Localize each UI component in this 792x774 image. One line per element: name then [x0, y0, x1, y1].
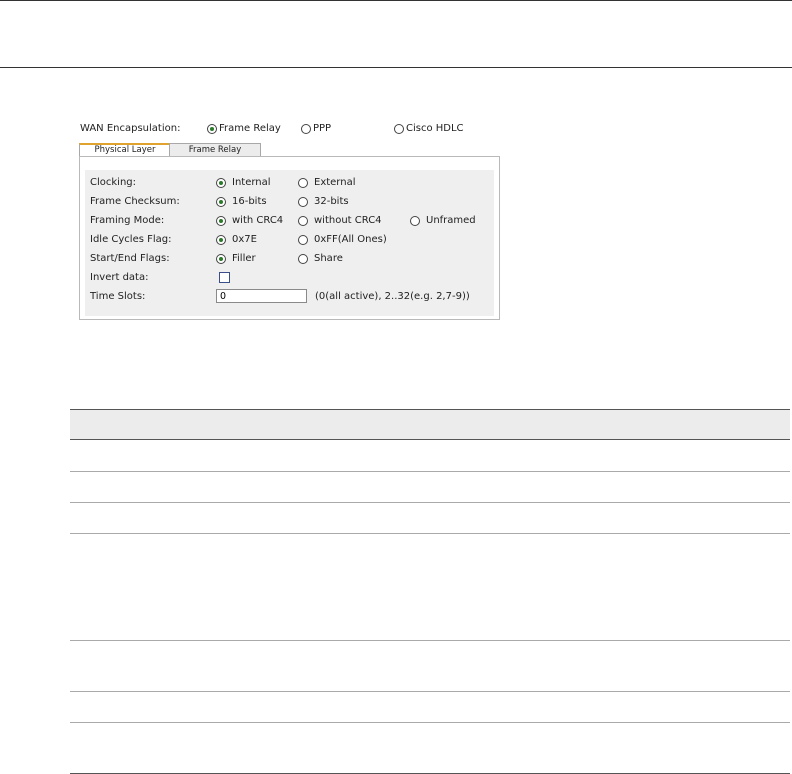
framing-option-unframed[interactable]: Unframed [410, 215, 476, 226]
checksum-option-32[interactable]: 32-bits [298, 196, 349, 207]
frame-checksum-label: Frame Checksum: [90, 196, 180, 207]
option-label: 32-bits [314, 196, 349, 207]
radio-selected-icon[interactable] [216, 215, 226, 226]
radio-unselected-icon[interactable] [298, 234, 308, 245]
frame-checksum-row: Frame Checksum: 16-bits 32-bits [85, 194, 494, 210]
radio-unselected-icon[interactable] [298, 253, 308, 264]
option-label: Filler [232, 253, 256, 264]
idle-cycles-flag-row: Idle Cycles Flag: 0x7E 0xFF(All Ones) [85, 232, 494, 248]
startend-option-filler[interactable]: Filler [216, 253, 256, 264]
table-header-rule [70, 439, 790, 440]
invert-data-label: Invert data: [90, 272, 149, 283]
option-label: Unframed [426, 215, 476, 226]
clocking-option-external[interactable]: External [298, 177, 356, 188]
table-row-rule [70, 471, 790, 472]
radio-selected-icon[interactable] [216, 234, 226, 245]
clocking-option-internal[interactable]: Internal [216, 177, 271, 188]
option-label: with CRC4 [232, 215, 284, 226]
framing-mode-row: Framing Mode: with CRC4 without CRC4 Unf… [85, 213, 494, 229]
wan-option-label: Frame Relay [219, 123, 281, 134]
radio-selected-icon[interactable] [216, 196, 226, 207]
wan-option-frame-relay[interactable]: Frame Relay [207, 123, 281, 134]
tab-frame-relay[interactable]: Frame Relay [169, 143, 261, 156]
idle-option-0xff[interactable]: 0xFF(All Ones) [298, 234, 387, 245]
radio-selected-icon[interactable] [216, 253, 226, 264]
option-label: 0x7E [232, 234, 257, 245]
wan-encapsulation-label: WAN Encapsulation: [80, 123, 181, 134]
option-label: Share [314, 253, 343, 264]
option-label: 0xFF(All Ones) [314, 234, 387, 245]
time-slots-hint: (0(all active), 2..32(e.g. 2,7-9)) [315, 291, 470, 302]
wan-option-label: PPP [313, 123, 332, 134]
radio-unselected-icon[interactable] [394, 123, 404, 134]
tab-strip: Physical Layer Frame Relay [79, 143, 269, 156]
top-rule [0, 0, 792, 1]
radio-unselected-icon[interactable] [298, 196, 308, 207]
idle-option-0x7e[interactable]: 0x7E [216, 234, 257, 245]
radio-selected-icon[interactable] [207, 123, 217, 134]
table-row-rule [70, 722, 790, 723]
radio-unselected-icon[interactable] [410, 215, 420, 226]
radio-unselected-icon[interactable] [298, 215, 308, 226]
start-end-flags-label: Start/End Flags: [90, 253, 170, 264]
invert-data-row: Invert data: [85, 270, 494, 286]
clocking-label: Clocking: [90, 177, 137, 188]
idle-cycles-flag-label: Idle Cycles Flag: [90, 234, 172, 245]
start-end-flags-row: Start/End Flags: Filler Share [85, 251, 494, 267]
table-row-rule [70, 533, 790, 534]
option-label: 16-bits [232, 196, 267, 207]
wan-option-ppp[interactable]: PPP [301, 123, 331, 134]
tab-physical-layer[interactable]: Physical Layer [79, 143, 171, 156]
radio-selected-icon[interactable] [216, 177, 226, 188]
table-row-rule [70, 640, 790, 641]
wan-option-cisco-hdlc[interactable]: Cisco HDLC [394, 123, 464, 134]
radio-unselected-icon[interactable] [301, 123, 311, 134]
option-label: Internal [232, 177, 271, 188]
wan-encapsulation-row: WAN Encapsulation: Frame Relay PPP Cisco… [80, 123, 500, 137]
startend-option-share[interactable]: Share [298, 253, 343, 264]
table-header [70, 409, 790, 439]
table-row-rule [70, 691, 790, 692]
radio-unselected-icon[interactable] [298, 177, 308, 188]
clocking-row: Clocking: Internal External [85, 175, 494, 191]
time-slots-row: Time Slots: (0(all active), 2..32(e.g. 2… [85, 289, 494, 305]
wan-option-label: Cisco HDLC [406, 123, 464, 134]
settings-area: Clocking: Internal External Frame Checks… [85, 170, 494, 316]
framing-option-without-crc4[interactable]: without CRC4 [298, 215, 382, 226]
option-label: External [314, 177, 356, 188]
table-row-rule [70, 502, 790, 503]
framing-option-with-crc4[interactable]: with CRC4 [216, 215, 283, 226]
checksum-option-16[interactable]: 16-bits [216, 196, 267, 207]
table-top-rule [70, 409, 790, 410]
time-slots-input[interactable] [216, 289, 307, 303]
framing-mode-label: Framing Mode: [90, 215, 165, 226]
time-slots-label: Time Slots: [90, 291, 146, 302]
option-label: without CRC4 [314, 215, 382, 226]
physical-layer-panel: Clocking: Internal External Frame Checks… [79, 156, 500, 320]
header-rule [0, 67, 792, 68]
invert-data-checkbox[interactable] [219, 272, 230, 283]
